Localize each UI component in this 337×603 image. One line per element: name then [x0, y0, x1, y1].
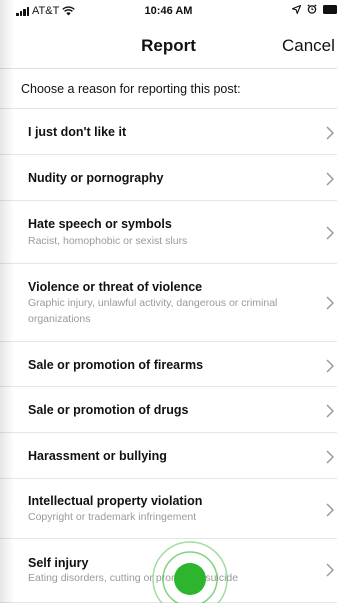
- reason-title: Intellectual property violation: [28, 494, 203, 508]
- prompt-text: Choose a reason for reporting this post:: [21, 82, 241, 96]
- location-arrow-icon: [292, 4, 301, 14]
- reason-subtitle: Copyright or trademark infringement: [28, 511, 197, 523]
- reason-drugs[interactable]: Sale or promotion of drugs: [0, 387, 337, 433]
- reason-title: Sale or promotion of drugs: [28, 403, 189, 417]
- reason-dont-like[interactable]: I just don't like it: [0, 109, 337, 155]
- reason-subtitle: Graphic injury, unlawful activity, dange…: [28, 297, 278, 325]
- chevron-right-icon: [326, 172, 334, 186]
- chevron-right-icon: [326, 126, 334, 140]
- reason-intellectual-property[interactable]: Intellectual property violation Copyrigh…: [0, 479, 337, 539]
- reason-title: Sale or promotion of firearms: [28, 358, 204, 372]
- reason-title: Hate speech or symbols: [28, 217, 172, 231]
- reason-subtitle: Eating disorders, cutting or promoting s…: [28, 572, 239, 584]
- chevron-right-icon: [326, 359, 334, 373]
- reason-list: I just don't like it Nudity or pornograp…: [0, 109, 337, 603]
- chevron-right-icon: [326, 404, 334, 418]
- reason-subtitle: Racist, homophobic or sexist slurs: [28, 235, 188, 247]
- status-time: 10:46 AM: [144, 5, 193, 17]
- report-prompt: Choose a reason for reporting this post:: [0, 69, 337, 109]
- reason-self-injury[interactable]: Self injury Eating disorders, cutting or…: [0, 539, 337, 603]
- reason-harassment[interactable]: Harassment or bullying: [0, 433, 337, 479]
- alarm-icon: [307, 4, 317, 14]
- cancel-button[interactable]: Cancel: [282, 36, 335, 56]
- status-bar: AT&T 10:46 AM: [0, 0, 337, 22]
- chevron-right-icon: [326, 563, 334, 577]
- reason-title: I just don't like it: [28, 125, 127, 139]
- reason-title: Violence or threat of violence: [28, 280, 203, 294]
- reason-hate-speech[interactable]: Hate speech or symbols Racist, homophobi…: [0, 201, 337, 264]
- battery-icon: [323, 4, 337, 14]
- chevron-right-icon: [326, 226, 334, 240]
- chevron-right-icon: [326, 296, 334, 310]
- chevron-right-icon: [326, 450, 334, 464]
- chevron-right-icon: [326, 503, 334, 517]
- reason-firearms[interactable]: Sale or promotion of firearms: [0, 342, 337, 387]
- reason-title: Harassment or bullying: [28, 449, 167, 463]
- reason-violence[interactable]: Violence or threat of violence Graphic i…: [0, 264, 337, 342]
- reason-title: Self injury: [28, 556, 89, 570]
- nav-bar: Report Cancel: [0, 24, 337, 69]
- reason-nudity[interactable]: Nudity or pornography: [0, 155, 337, 201]
- report-screen: AT&T 10:46 AM Report Cancel Choose a rea…: [0, 0, 337, 603]
- status-right: [292, 4, 337, 14]
- reason-title: Nudity or pornography: [28, 171, 164, 185]
